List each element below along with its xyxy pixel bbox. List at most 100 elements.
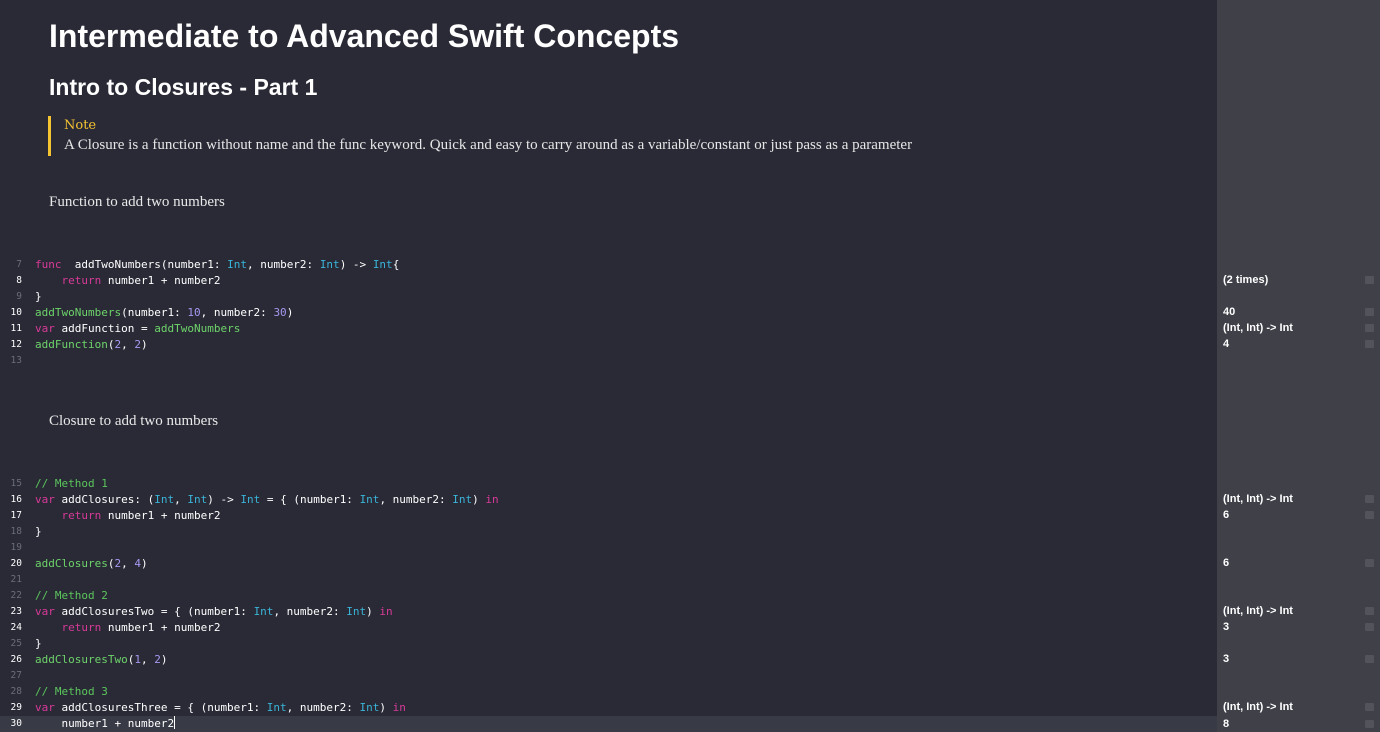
code-token: addTwoNumbers [154,322,241,335]
code-text[interactable]: addClosuresTwo(1, 2) [35,652,167,668]
playground-window: Intermediate to Advanced Swift Concepts … [0,0,1380,732]
page-subtitle: Intro to Closures - Part 1 [49,74,318,100]
quick-look-icon[interactable] [1365,495,1374,503]
code-text[interactable]: func addTwoNumbers(number1: Int, number2… [35,257,399,273]
code-token: , number2: [246,258,320,271]
code-token: addClosures: ( [54,493,155,506]
code-line[interactable]: 24 return number1 + number2 [0,620,1217,636]
code-line[interactable]: 19 [0,540,1217,556]
result-value: 40 [1223,306,1236,318]
code-text[interactable]: var addClosuresTwo = { (number1: Int, nu… [35,604,393,620]
code-line[interactable]: 7 func addTwoNumbers(number1: Int, number… [0,257,1217,273]
code-line[interactable]: 15 // Method 1 [0,476,1217,492]
code-token: ) [472,493,486,506]
code-text[interactable]: number1 + number2 [35,716,176,732]
code-token: 2 [154,653,161,666]
code-token: ) -> [207,493,241,506]
code-line[interactable]: 23 var addClosuresTwo = { (number1: Int, … [0,604,1217,620]
quick-look-icon[interactable] [1365,607,1374,615]
code-text[interactable]: // Method 2 [35,588,108,604]
result-value: 3 [1223,653,1230,665]
code-token: ) [366,605,380,618]
quick-look-icon[interactable] [1365,623,1374,631]
quick-look-icon[interactable] [1365,559,1374,567]
quick-look-icon[interactable] [1365,720,1374,728]
result-row: (Int, Int) -> Int [1217,491,1380,507]
code-line[interactable]: 13 [0,353,1217,369]
code-text[interactable]: var addClosuresThree = { (number1: Int, … [35,700,406,716]
code-text[interactable]: addFunction(2, 2) [35,337,148,353]
code-token: addFunction = [54,322,155,335]
code-line[interactable]: 20 addClosures(2, 4) [0,556,1217,572]
quick-look-icon[interactable] [1365,308,1374,316]
code-text[interactable]: var addClosures: (Int, Int) -> Int = { (… [35,492,499,508]
code-text[interactable]: // Method 3 [35,684,108,700]
code-text[interactable]: // Method 1 [35,476,108,492]
quick-look-icon[interactable] [1365,703,1374,711]
code-text[interactable]: } [35,524,42,540]
code-token: , [140,653,155,666]
code-line[interactable]: 25} [0,636,1217,652]
code-token: // Method 2 [35,589,108,602]
code-line[interactable]: 28 // Method 3 [0,684,1217,700]
note-text: A Closure is a function without name and… [64,137,913,153]
code-token: var [35,605,55,618]
code-text[interactable]: } [35,289,42,305]
code-token: Int [319,258,340,271]
result-row: 6 [1217,555,1380,571]
paragraph-function-heading: Function to add two numbers [49,194,225,210]
code-line[interactable]: 8 return number1 + number2 [0,273,1217,289]
code-token: Int [240,493,261,506]
line-number: 26 [10,654,22,665]
code-token: , [174,493,188,506]
code-token: Int [372,258,393,271]
code-text[interactable]: addTwoNumbers(number1: 10, number2: 30) [35,305,293,321]
quick-look-icon[interactable] [1365,276,1374,284]
code-token: number1 + number2 [35,717,175,730]
quick-look-icon[interactable] [1365,340,1374,348]
code-token: in [379,605,393,618]
result-row: (Int, Int) -> Int [1217,603,1380,619]
quick-look-icon[interactable] [1365,511,1374,519]
code-text[interactable]: return number1 + number2 [35,620,221,636]
code-text[interactable]: addClosures(2, 4) [35,556,148,572]
code-line[interactable]: 10 addTwoNumbers(number1: 10, number2: 30… [0,305,1217,321]
code-text[interactable]: return number1 + number2 [35,508,221,524]
code-token: number1 + number2 [101,274,221,287]
code-line[interactable]: 22 // Method 2 [0,588,1217,604]
code-token: ) [286,306,294,319]
quick-look-icon[interactable] [1365,655,1374,663]
code-line[interactable]: 30 number1 + number2 [0,716,1217,732]
result-row: (2 times) [1217,272,1380,288]
result-value: 6 [1223,509,1230,521]
code-token: 2 [134,338,141,351]
code-text[interactable]: } [35,636,42,652]
code-line[interactable]: 18} [0,524,1217,540]
code-token: // Method 1 [35,477,108,490]
code-editor[interactable]: Intermediate to Advanced Swift Concepts … [0,0,1217,732]
code-token: addClosuresTwo = { (number1: [54,605,254,618]
result-row: (Int, Int) -> Int [1217,699,1380,715]
code-line[interactable]: 11 var addFunction = addTwoNumbers [0,321,1217,337]
code-token: return [61,274,102,287]
code-token: Int [187,493,208,506]
code-token: var [35,701,55,714]
code-line[interactable]: 26 addClosuresTwo(1, 2) [0,652,1217,668]
code-line[interactable]: 12 addFunction(2, 2) [0,337,1217,353]
code-text[interactable]: return number1 + number2 [35,273,221,289]
code-token: , number2: [200,306,274,319]
result-row: 3 [1217,619,1380,635]
code-token: return [61,509,102,522]
code-token: 1 [134,653,141,666]
code-line[interactable]: 16 var addClosures: (Int, Int) -> Int = {… [0,492,1217,508]
code-line[interactable]: 17 return number1 + number2 [0,508,1217,524]
code-line[interactable]: 27 [0,668,1217,684]
quick-look-icon[interactable] [1365,324,1374,332]
code-line[interactable]: 29 var addClosuresThree = { (number1: Int… [0,700,1217,716]
code-token: addClosures [35,557,108,570]
code-token: Int [266,701,287,714]
code-text[interactable]: var addFunction = addTwoNumbers [35,321,240,337]
code-line[interactable]: 21 [0,572,1217,588]
code-line[interactable]: 9} [0,289,1217,305]
paragraph-closure-heading: Closure to add two numbers [49,413,219,429]
